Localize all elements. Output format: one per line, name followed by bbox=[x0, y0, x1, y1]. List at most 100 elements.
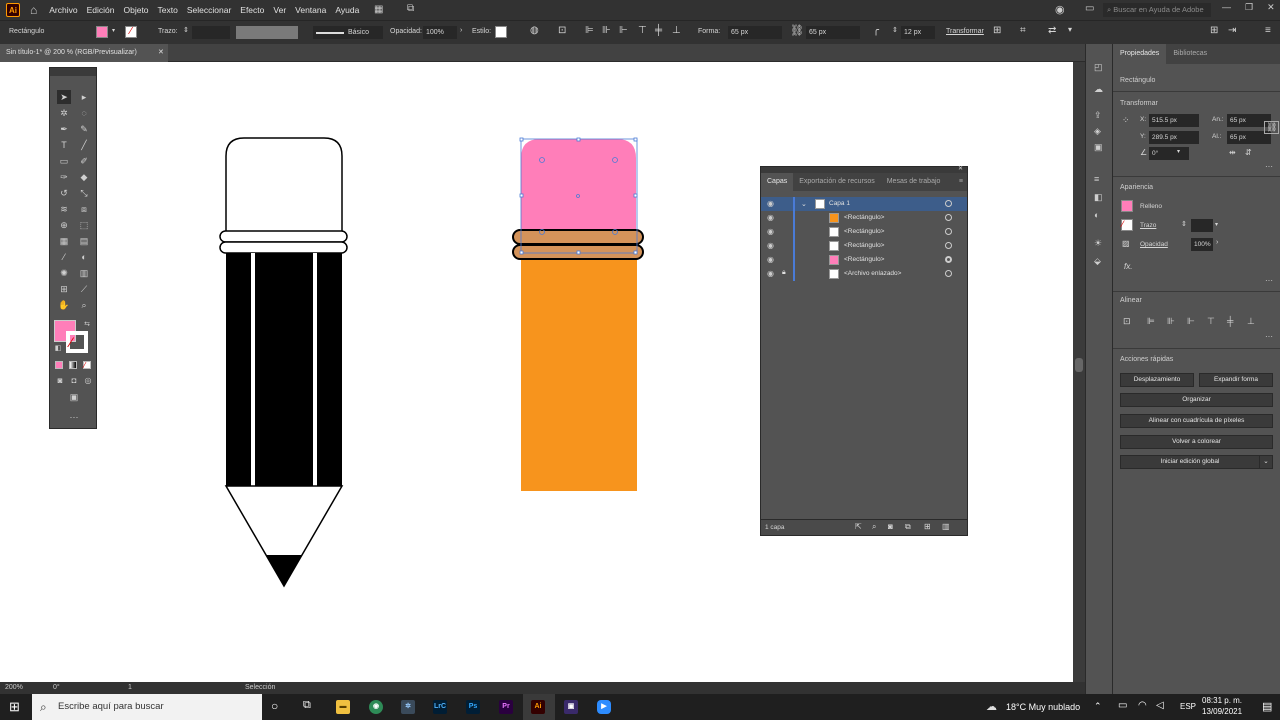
swap-colors-icon[interactable]: ⇆ bbox=[80, 318, 94, 332]
chrome-icon[interactable]: ◉ bbox=[369, 700, 383, 714]
eye-icon[interactable]: ◉ bbox=[767, 227, 774, 236]
menu-objeto[interactable]: Objeto bbox=[123, 5, 148, 15]
global-edit-dropdown[interactable]: ⌄ bbox=[1259, 455, 1273, 469]
chevron-down-icon[interactable]: ▾ bbox=[1068, 25, 1072, 34]
slice-tool-icon[interactable]: ⟋ bbox=[77, 282, 91, 296]
reference-point-icon[interactable]: ⁘ bbox=[1122, 115, 1130, 126]
photoshop-icon[interactable]: Ps bbox=[466, 700, 480, 714]
opacity-field[interactable]: 100% bbox=[1191, 238, 1213, 251]
align-top-icon[interactable]: ⊤ bbox=[1207, 316, 1215, 327]
flip-horizontal-icon[interactable]: ⇹ bbox=[1229, 148, 1236, 157]
stepper-icon[interactable]: ⇕ bbox=[183, 26, 189, 34]
curvature-tool-icon[interactable]: ✎ bbox=[77, 122, 91, 136]
more-options-icon[interactable]: ··· bbox=[1265, 276, 1273, 285]
appearance-stroke-swatch[interactable]: ⁄ bbox=[1121, 219, 1133, 231]
target-icon[interactable] bbox=[945, 214, 952, 221]
shape-builder-icon[interactable]: ⊕ bbox=[57, 218, 71, 232]
maximize-icon[interactable]: ❐ bbox=[1245, 2, 1253, 13]
layer-item-name[interactable]: <Archivo enlazado> bbox=[844, 267, 901, 281]
tab-capas[interactable]: Capas bbox=[761, 173, 794, 191]
stroke-style-select[interactable]: Básico bbox=[313, 26, 383, 39]
align-left-icon[interactable]: ⊫ bbox=[585, 25, 594, 36]
stepper-icon[interactable]: ⇕ bbox=[1181, 220, 1187, 228]
layer-row[interactable]: ◉ 🔒︎ <Archivo enlazado> bbox=[761, 267, 967, 281]
align-pixel-grid-button[interactable]: Alinear con cuadrícula de píxeles bbox=[1120, 414, 1273, 428]
eye-icon[interactable]: ◉ bbox=[767, 255, 774, 264]
zoom-app-icon[interactable]: ▶ bbox=[597, 700, 611, 714]
eyedropper-icon[interactable]: ⁄ bbox=[57, 250, 71, 264]
align-left-icon[interactable]: ⊫ bbox=[1147, 316, 1155, 327]
account-icon[interactable]: ◉ bbox=[1055, 3, 1065, 16]
align-to-icon[interactable]: ⊡ bbox=[1123, 316, 1131, 327]
flip-vertical-icon[interactable]: ⇵ bbox=[1245, 148, 1252, 157]
tab-bibliotecas[interactable]: Bibliotecas bbox=[1166, 44, 1214, 64]
file-explorer-icon[interactable]: ▬ bbox=[336, 700, 350, 714]
none-mode-icon[interactable]: ⁄ bbox=[83, 361, 91, 370]
layer-row[interactable]: ◉ <Rectángulo> bbox=[761, 225, 967, 239]
free-transform-icon[interactable]: ⧈ bbox=[77, 202, 91, 216]
premiere-icon[interactable]: Pr bbox=[499, 700, 513, 714]
locate-icon[interactable]: ⌕ bbox=[872, 522, 876, 532]
align-vcenter-icon[interactable]: ╪ bbox=[1227, 316, 1233, 326]
align-vcenter-icon[interactable]: ╪ bbox=[655, 25, 662, 36]
stroke-swatch[interactable]: ⁄ bbox=[125, 26, 137, 38]
menu-texto[interactable]: Texto bbox=[158, 5, 178, 15]
menu-efecto[interactable]: Efecto bbox=[240, 5, 264, 15]
help-search-input[interactable]: ⌕ Buscar en Ayuda de Adobe bbox=[1103, 3, 1211, 17]
arrange-icon[interactable]: ⊞ bbox=[1210, 25, 1218, 36]
close-tab-icon[interactable]: ✕ bbox=[158, 44, 164, 62]
paintbrush-icon[interactable]: ✐ bbox=[77, 154, 91, 168]
menu-ventana[interactable]: Ventana bbox=[295, 5, 326, 15]
minimize-icon[interactable]: — bbox=[1222, 2, 1231, 13]
artboard-tool-icon[interactable]: ⊞ bbox=[57, 282, 71, 296]
more-options-icon[interactable]: ··· bbox=[1265, 162, 1273, 171]
menu-ver[interactable]: Ver bbox=[273, 5, 286, 15]
scale-tool-icon[interactable]: ⤡ bbox=[77, 186, 91, 200]
menu-icon[interactable]: ≡ bbox=[1265, 25, 1271, 36]
align-hcenter-icon[interactable]: ⊪ bbox=[602, 25, 611, 36]
angle-field[interactable]: 0° bbox=[1149, 147, 1189, 160]
shape-width-field[interactable]: 65 px bbox=[728, 26, 782, 39]
layer-item-name[interactable]: <Rectángulo> bbox=[844, 239, 884, 253]
tab-propiedades[interactable]: Propiedades bbox=[1113, 44, 1167, 64]
eye-icon[interactable]: ◉ bbox=[767, 199, 774, 208]
layer-item-name[interactable]: <Rectángulo> bbox=[844, 253, 884, 267]
task-view-icon[interactable]: ⧉ bbox=[303, 699, 311, 712]
menu-archivo[interactable]: Archivo bbox=[49, 5, 77, 15]
y-field[interactable]: 289.5 px bbox=[1149, 131, 1199, 144]
graphic-styles-icon[interactable]: ⬙ bbox=[1094, 256, 1106, 266]
weather-text[interactable]: 18°C Muy nublado bbox=[1006, 702, 1080, 712]
chevron-right-icon[interactable]: › bbox=[1216, 239, 1218, 246]
screen-mode-icon[interactable]: ▣ bbox=[67, 390, 81, 404]
stroke-panel-icon[interactable]: ≡ bbox=[1094, 174, 1106, 184]
stroke-weight-field[interactable] bbox=[1191, 219, 1213, 232]
artboards-icon[interactable]: ▣ bbox=[1094, 142, 1106, 152]
rotate-tool-icon[interactable]: ↺ bbox=[57, 186, 71, 200]
settings-app-icon[interactable]: ✲ bbox=[401, 700, 415, 714]
illustrator-icon[interactable]: Ai bbox=[531, 700, 545, 714]
draw-normal-icon[interactable]: ◙ bbox=[53, 374, 67, 388]
arrange-docs-icon[interactable]: ⧉ bbox=[407, 3, 414, 14]
target-icon[interactable] bbox=[945, 200, 952, 207]
corner-radius-field[interactable]: 12 px bbox=[901, 26, 935, 39]
corner-type-icon[interactable]: ╭ bbox=[873, 25, 879, 36]
align-hcenter-icon[interactable]: ⊪ bbox=[1167, 316, 1175, 327]
rotation-value[interactable]: 0° bbox=[53, 684, 60, 691]
network-icon[interactable]: ▭ bbox=[1118, 700, 1127, 711]
close-icon[interactable]: ✕ bbox=[1267, 2, 1275, 13]
clock-date[interactable]: 13/09/2021 bbox=[1202, 707, 1242, 716]
draw-behind-icon[interactable]: ◘ bbox=[67, 374, 81, 388]
volume-icon[interactable]: ◁ bbox=[1156, 700, 1164, 711]
magic-wand-icon[interactable]: ✲ bbox=[57, 106, 71, 120]
transform-link[interactable]: Transformar bbox=[946, 28, 984, 35]
eye-icon[interactable]: ◉ bbox=[767, 269, 774, 278]
chevron-down-icon[interactable]: ▾ bbox=[1215, 221, 1218, 228]
line-tool-icon[interactable]: ╱ bbox=[77, 138, 91, 152]
align-to-icon[interactable]: ⊡ bbox=[558, 25, 566, 36]
puppet-warp-icon[interactable]: ⌗ bbox=[1020, 25, 1026, 36]
layer-name[interactable]: Capa 1 bbox=[829, 197, 850, 211]
vertical-scrollbar[interactable] bbox=[1073, 62, 1085, 682]
layers-icon[interactable]: ◈ bbox=[1094, 126, 1106, 136]
new-layer-icon[interactable]: ⊞ bbox=[924, 522, 931, 531]
lasso-icon[interactable]: ◌ bbox=[77, 106, 91, 120]
